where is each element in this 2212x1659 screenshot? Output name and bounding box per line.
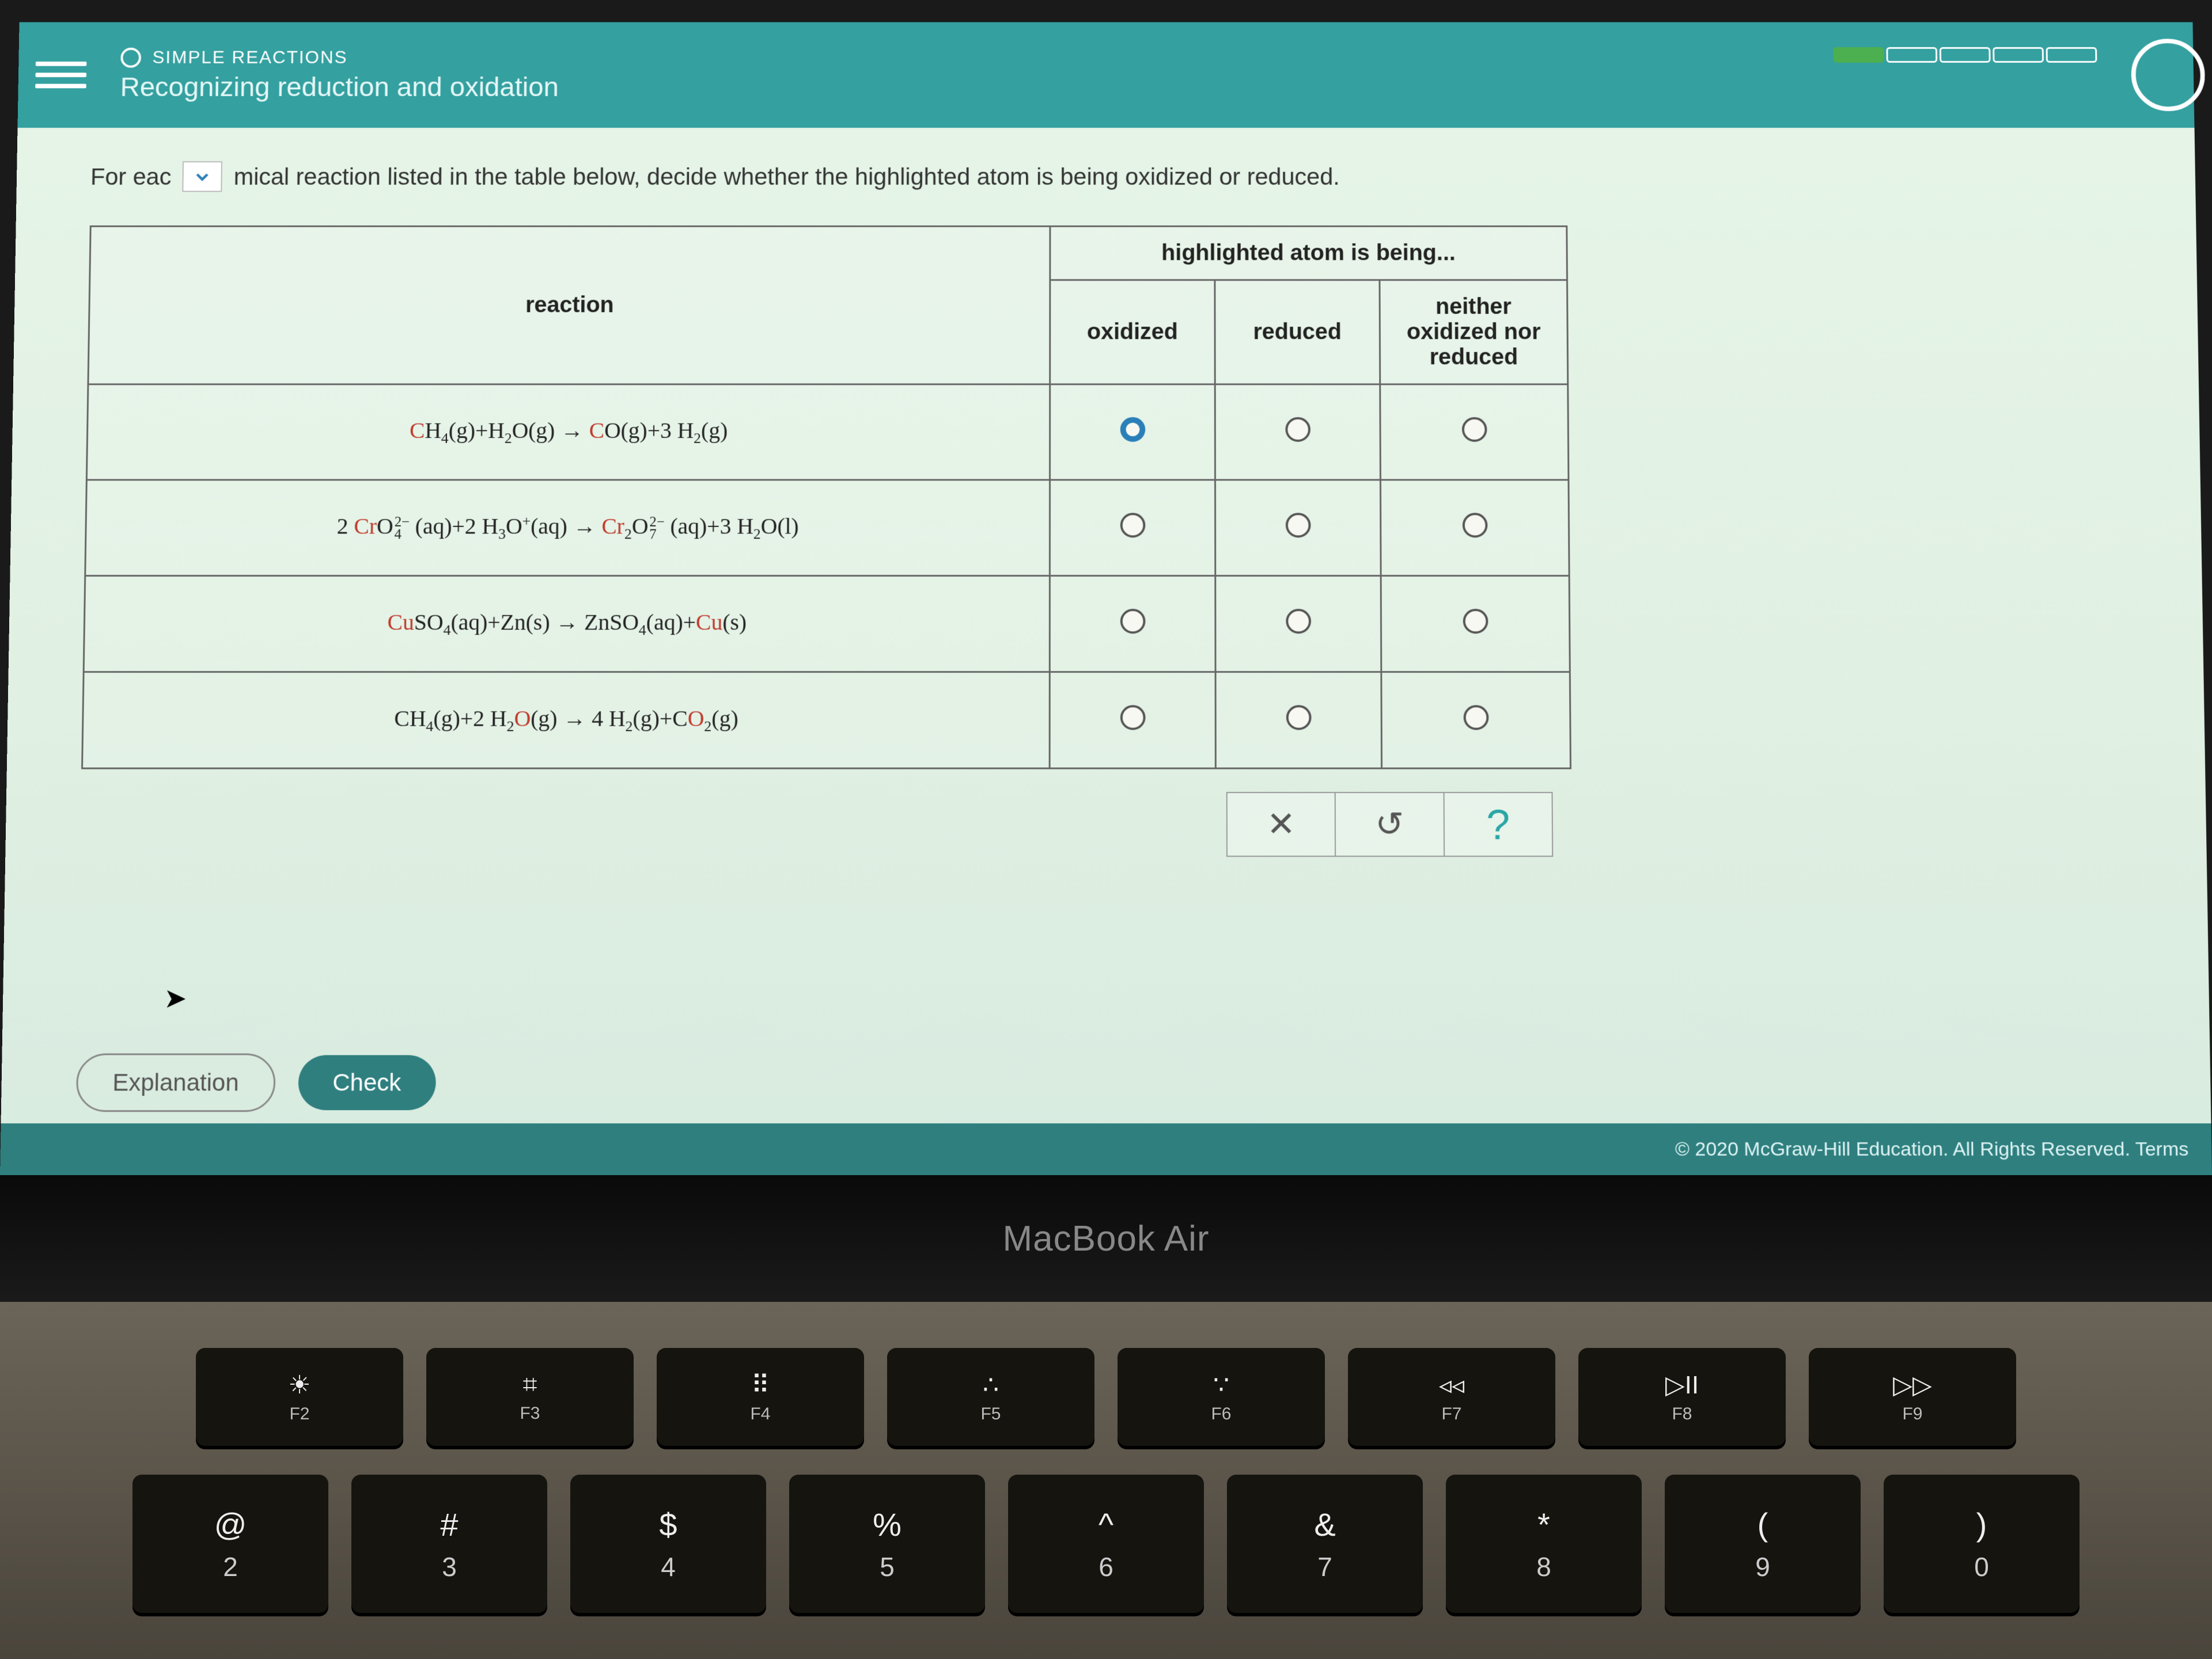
col-oxidized: oxidized (1050, 280, 1215, 384)
radio-cell (1215, 672, 1381, 768)
radio-option[interactable] (1285, 417, 1310, 442)
table-row: CH4(g)+2 H2O(g) → 4 H2(g)+CO2(g) (82, 672, 1571, 768)
dropdown-toggle[interactable] (183, 161, 223, 192)
clear-button[interactable]: ✕ (1228, 793, 1336, 856)
prompt-after: mical reaction listed in the table below… (233, 163, 1339, 190)
radio-option[interactable] (1461, 417, 1487, 442)
fn-key: ◃◃F7 (1348, 1348, 1555, 1446)
num-key: (9 (1665, 1475, 1861, 1613)
progress-seg (1993, 47, 2044, 63)
col-reduced: reduced (1215, 280, 1380, 384)
radio-option[interactable] (1285, 513, 1310, 537)
fn-key: ▷IIF8 (1578, 1348, 1786, 1446)
radio-cell (1215, 384, 1380, 480)
chevron-down-icon (192, 166, 213, 187)
radio-cell (1050, 384, 1215, 480)
header-circle-icon[interactable] (2131, 39, 2206, 111)
col-neither: neither oxidized nor reduced (1380, 280, 1568, 384)
fn-key: ∴F5 (887, 1348, 1094, 1446)
radio-option[interactable] (1463, 608, 1488, 633)
radio-cell (1380, 384, 1569, 480)
table-row: CuSO4(aq)+Zn(s) → ZnSO4(aq)+Cu(s) (84, 575, 1570, 672)
prompt-before: For eac (90, 163, 172, 190)
num-key: &7 (1227, 1475, 1423, 1613)
tool-row: ✕ ↺ ? (1226, 792, 1553, 857)
table-row: CH4(g)+H2O(g) → CO(g)+3 H2(g) (86, 384, 1569, 480)
radio-option[interactable] (1286, 704, 1311, 729)
reset-button[interactable]: ↺ (1336, 793, 1445, 856)
fn-key: ∵F6 (1118, 1348, 1325, 1446)
radio-option[interactable] (1120, 608, 1145, 633)
num-key: $4 (570, 1475, 766, 1613)
progress-seg (1886, 47, 1937, 63)
num-key: #3 (351, 1475, 547, 1613)
progress-bar (1833, 47, 2097, 63)
bottom-bar: Explanation Check (76, 1054, 2211, 1112)
prompt-text: For eac mical reaction listed in the tab… (90, 161, 2122, 192)
fn-key: ⠿F4 (657, 1348, 864, 1446)
category-label: SIMPLE REACTIONS (120, 47, 559, 68)
reaction-cell: CH4(g)+H2O(g) → CO(g)+3 H2(g) (86, 384, 1050, 480)
fn-key: ▷▷F9 (1809, 1348, 2016, 1446)
num-key: *8 (1446, 1475, 1642, 1613)
fn-key: ⌗F3 (426, 1348, 634, 1446)
help-button[interactable]: ? (1444, 793, 1552, 856)
radio-option[interactable] (1463, 704, 1488, 729)
keyboard: ☀F2⌗F3⠿F4∴F5∵F6◃◃F7▷IIF8▷▷F9 @2#3$4%5^6&… (0, 1302, 2212, 1659)
radio-cell (1380, 480, 1569, 575)
laptop-brand: MacBook Air (0, 1175, 2212, 1302)
reaction-cell: 2 CrO2−4 (aq)+2 H3O+(aq) → Cr2O2−7 (aq)+… (85, 480, 1050, 575)
app-screen: SIMPLE REACTIONS Recognizing reduction a… (0, 22, 2212, 1175)
footer: © 2020 McGraw-Hill Education. All Rights… (0, 1123, 2212, 1175)
col-reaction-header: reaction (88, 226, 1050, 384)
progress-seg (1833, 47, 1884, 63)
reaction-cell: CuSO4(aq)+Zn(s) → ZnSO4(aq)+Cu(s) (84, 575, 1050, 672)
check-button[interactable]: Check (298, 1055, 436, 1111)
reactions-table: reaction highlighted atom is being... ox… (81, 225, 1571, 769)
num-key: @2 (132, 1475, 328, 1613)
radio-cell (1050, 575, 1215, 672)
page-title: Recognizing reduction and oxidation (120, 72, 559, 103)
num-key: %5 (789, 1475, 985, 1613)
title-block: SIMPLE REACTIONS Recognizing reduction a… (120, 47, 559, 103)
radio-cell (1215, 480, 1381, 575)
radio-option[interactable] (1120, 704, 1145, 729)
progress-seg (1940, 47, 1991, 63)
progress-seg (2046, 47, 2097, 63)
explanation-button[interactable]: Explanation (76, 1054, 275, 1112)
reaction-cell: CH4(g)+2 H2O(g) → 4 H2(g)+CO2(g) (82, 672, 1050, 768)
table-row: 2 CrO2−4 (aq)+2 H3O+(aq) → Cr2O2−7 (aq)+… (85, 480, 1569, 575)
radio-option[interactable] (1120, 513, 1145, 537)
num-key: ^6 (1008, 1475, 1204, 1613)
radio-cell (1215, 575, 1381, 672)
radio-cell (1050, 480, 1215, 575)
num-key: )0 (1884, 1475, 2080, 1613)
col-group-header: highlighted atom is being... (1050, 226, 1567, 280)
menu-icon[interactable] (35, 50, 87, 100)
radio-option[interactable] (1462, 513, 1487, 537)
question-content: For eac mical reaction listed in the tab… (5, 128, 2207, 874)
app-header: SIMPLE REACTIONS Recognizing reduction a… (17, 22, 2194, 127)
radio-option[interactable] (1286, 608, 1311, 633)
radio-option[interactable] (1120, 417, 1145, 442)
radio-cell (1050, 672, 1215, 768)
fn-key: ☀F2 (196, 1348, 403, 1446)
radio-cell (1381, 672, 1571, 768)
table-header-row: reaction highlighted atom is being... (90, 226, 1567, 280)
cursor-icon: ➤ (164, 982, 187, 1014)
radio-cell (1381, 575, 1570, 672)
